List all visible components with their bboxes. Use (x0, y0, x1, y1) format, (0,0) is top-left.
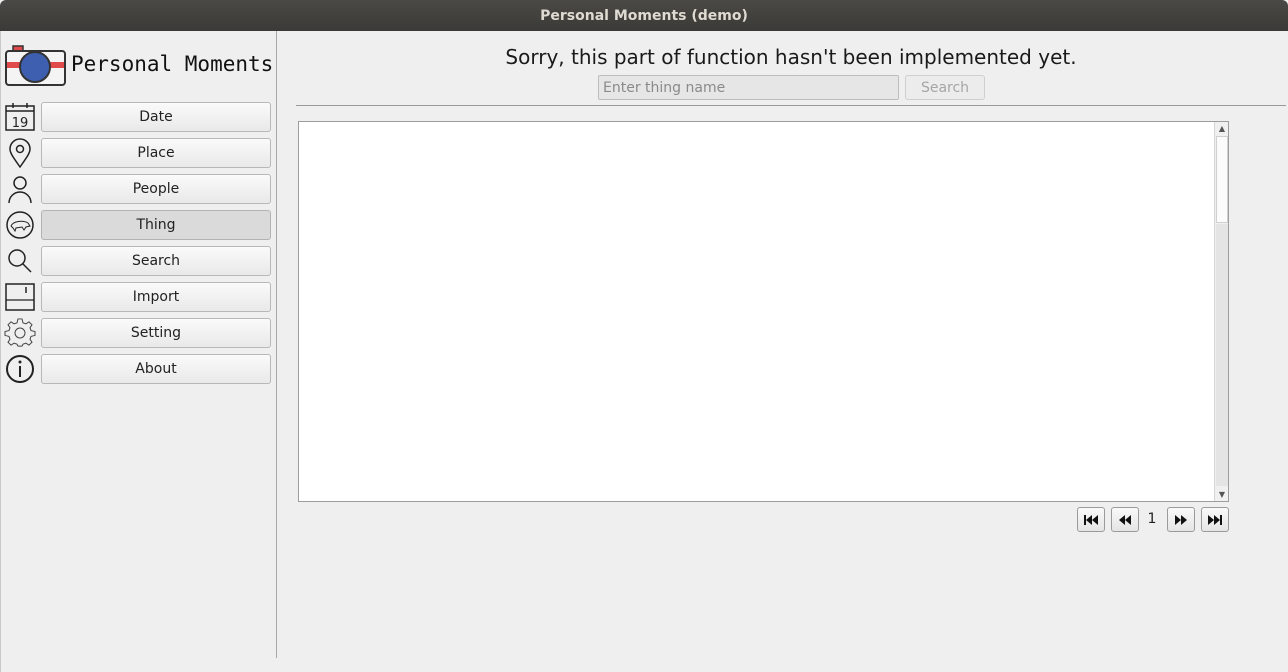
nav-row-about: About (1, 354, 277, 384)
scroll-thumb[interactable] (1216, 136, 1228, 223)
nav-row-setting: Setting (1, 318, 277, 348)
nav-button-people[interactable]: People (41, 174, 271, 204)
nav-button-import[interactable]: Import (41, 282, 271, 312)
nav-row-people: People (1, 174, 277, 204)
vertical-scrollbar[interactable]: ▲ ▼ (1214, 122, 1228, 501)
skip-first-icon (1084, 514, 1098, 525)
current-page-number: 1 (1147, 511, 1157, 527)
nav-row-date: 19 Date (1, 102, 277, 132)
nav-row-thing: Thing (1, 210, 277, 240)
first-page-button[interactable] (1077, 507, 1105, 532)
not-implemented-notice: Sorry, this part of function hasn't been… (505, 45, 1077, 69)
map-pin-icon (9, 138, 31, 168)
divider (296, 105, 1286, 106)
app-window: Personal Moments 19 Date Place People Th… (0, 31, 1288, 672)
thing-icon (6, 211, 34, 239)
skip-last-icon (1208, 514, 1222, 525)
app-name: Personal Moments (71, 52, 274, 76)
scroll-track[interactable] (1216, 224, 1228, 486)
scroll-down-arrow-icon[interactable]: ▼ (1215, 488, 1229, 501)
fast-forward-icon (1175, 514, 1187, 525)
calendar-icon: 19 (5, 103, 35, 131)
info-icon (6, 355, 34, 383)
camera-logo-icon (5, 45, 66, 86)
nav-button-search[interactable]: Search (41, 246, 271, 276)
nav-button-about[interactable]: About (41, 354, 271, 384)
search-button[interactable]: Search (905, 75, 985, 100)
gear-icon (4, 318, 36, 347)
person-icon (8, 176, 32, 204)
scroll-up-arrow-icon[interactable]: ▲ (1215, 122, 1229, 135)
nav-button-date[interactable]: Date (41, 102, 271, 132)
next-page-button[interactable] (1167, 507, 1195, 532)
nav-button-place[interactable]: Place (41, 138, 271, 168)
last-page-button[interactable] (1201, 507, 1229, 532)
nav-row-place: Place (1, 138, 277, 168)
search-icon (8, 249, 32, 273)
svg-text:19: 19 (12, 116, 29, 131)
nav-row-search: Search (1, 246, 277, 276)
nav-button-setting[interactable]: Setting (41, 318, 271, 348)
rewind-icon (1119, 514, 1131, 525)
window-title: Personal Moments (demo) (540, 7, 748, 24)
results-area[interactable]: ▲ ▼ (298, 121, 1229, 502)
nav-button-thing[interactable]: Thing (41, 210, 271, 240)
main-panel: Sorry, this part of function hasn't been… (278, 31, 1288, 672)
save-icon (5, 283, 35, 311)
thing-name-input[interactable] (598, 75, 899, 100)
prev-page-button[interactable] (1111, 507, 1139, 532)
window-titlebar: Personal Moments (demo) (0, 0, 1288, 31)
sidebar: Personal Moments 19 Date Place People Th… (1, 31, 277, 658)
nav-row-import: Import (1, 282, 277, 312)
